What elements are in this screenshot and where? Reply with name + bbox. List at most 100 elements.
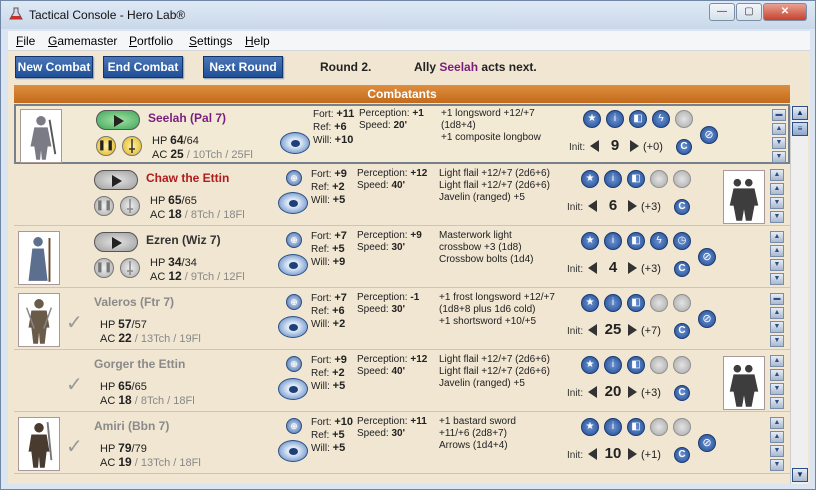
init-increase-arrow[interactable] [628,262,637,274]
remove-combatant-icon[interactable]: ⊘ [698,310,716,328]
move-top-button[interactable]: ▬ [772,109,786,121]
shield-icon[interactable]: ◧ [627,294,645,312]
move-down-button[interactable]: ▼ [772,137,786,149]
view-eye-button[interactable] [278,316,308,338]
move-up-button[interactable]: ▲ [772,123,786,135]
shield-icon[interactable]: ◧ [627,170,645,188]
view-eye-button[interactable] [278,192,308,214]
target-icon[interactable]: ⊕ [286,170,302,186]
target-icon[interactable]: ⊕ [286,232,302,248]
lightning-icon[interactable]: ϟ [650,232,668,250]
init-decrease-arrow[interactable] [588,262,597,274]
shield-icon[interactable]: ◧ [627,418,645,436]
next-round-button[interactable]: Next Round [203,56,283,78]
move-down-button[interactable]: ▼ [770,197,784,209]
maximize-button[interactable]: ▢ [736,3,762,21]
shield-icon[interactable]: ◧ [627,232,645,250]
condition-button[interactable]: C [676,139,692,155]
init-increase-arrow[interactable] [630,140,639,152]
act-play-button[interactable] [94,232,138,252]
move-bottom-button[interactable]: ▼ [770,459,784,471]
init-decrease-arrow[interactable] [590,140,599,152]
combatant-row-gorger[interactable]: ✓ Gorger the Ettin HP 65/65 AC 18 / 8Tch… [14,352,790,412]
combatant-row-seelah[interactable]: Seelah (Pal 7) ❚❚ HP 64/64 AC 25 / 10Tch… [14,104,790,164]
move-top-button[interactable]: ▬ [770,293,784,305]
move-down-button[interactable]: ▼ [770,383,784,395]
condition-button[interactable]: C [674,199,690,215]
remove-combatant-icon[interactable]: ⊘ [698,434,716,452]
move-up-button[interactable]: ▲ [770,245,784,257]
lightning-icon[interactable]: ϟ [652,110,670,128]
view-eye-button[interactable] [280,132,310,154]
info-icon[interactable]: i [604,356,622,374]
act-play-button[interactable] [94,170,138,190]
shield-icon[interactable]: ◧ [627,356,645,374]
menu-gamemaster[interactable]: Gamemaster [48,34,117,48]
menu-help[interactable]: Help [245,34,270,48]
star-icon[interactable]: ★ [581,356,599,374]
init-increase-arrow[interactable] [628,200,637,212]
target-icon[interactable]: ⊕ [286,294,302,310]
combatant-row-chaw[interactable]: Chaw the Ettin ❚❚ HP 65/65 AC 18 / 8Tch … [14,166,790,226]
combatant-row-valeros[interactable]: ✓ Valeros (Ftr 7) HP 57/57 AC 22 / 13Tch… [14,290,790,350]
move-up-button[interactable]: ▲ [770,307,784,319]
init-increase-arrow[interactable] [628,324,637,336]
target-icon[interactable]: ⊕ [286,418,302,434]
condition-button[interactable]: C [674,447,690,463]
ready-action-button[interactable] [120,258,140,278]
info-icon[interactable]: i [604,418,622,436]
info-icon[interactable]: i [606,110,624,128]
ready-action-button[interactable] [122,136,142,156]
clock-icon[interactable]: ◷ [673,232,691,250]
init-increase-arrow[interactable] [628,448,637,460]
move-up-button[interactable]: ▲ [770,369,784,381]
new-combat-button[interactable]: New Combat [15,56,93,78]
info-icon[interactable]: i [604,170,622,188]
act-play-button[interactable] [96,110,140,130]
scroll-up-button[interactable]: ▲ [792,106,808,120]
move-down-button[interactable]: ▼ [770,445,784,457]
info-icon[interactable]: i [604,232,622,250]
menu-file[interactable]: File [16,34,35,48]
menu-portfolio[interactable]: Portfolio [129,34,173,48]
move-up-button[interactable]: ▲ [770,183,784,195]
move-top-button[interactable]: ▲ [770,169,784,181]
remove-combatant-icon[interactable]: ⊘ [700,126,718,144]
view-eye-button[interactable] [278,378,308,400]
move-top-button[interactable]: ▲ [770,355,784,367]
move-bottom-button[interactable]: ▼ [770,397,784,409]
end-combat-button[interactable]: End Combat [103,56,183,78]
move-bottom-button[interactable]: ▼ [770,211,784,223]
close-button[interactable]: ✕ [763,3,807,21]
condition-button[interactable]: C [674,261,690,277]
init-decrease-arrow[interactable] [588,200,597,212]
move-bottom-button[interactable]: ▼ [772,151,786,163]
view-eye-button[interactable] [278,440,308,462]
star-icon[interactable]: ★ [581,294,599,312]
star-icon[interactable]: ★ [581,232,599,250]
delay-pause-button[interactable]: ❚❚ [94,258,114,278]
delay-pause-button[interactable]: ❚❚ [96,136,116,156]
scroll-thumb[interactable]: ≡ [792,122,808,136]
move-bottom-button[interactable]: ▼ [770,335,784,347]
ready-action-button[interactable] [120,196,140,216]
minimize-button[interactable]: — [709,3,735,21]
condition-button[interactable]: C [674,323,690,339]
combatant-row-amiri[interactable]: ✓ Amiri (Bbn 7) HP 79/79 AC 19 / 13Tch /… [14,414,790,474]
star-icon[interactable]: ★ [583,110,601,128]
combatant-row-ezren[interactable]: Ezren (Wiz 7) ❚❚ HP 34/34 AC 12 / 9Tch /… [14,228,790,288]
move-up-button[interactable]: ▲ [770,431,784,443]
star-icon[interactable]: ★ [581,170,599,188]
remove-combatant-icon[interactable]: ⊘ [698,248,716,266]
init-decrease-arrow[interactable] [588,324,597,336]
condition-button[interactable]: C [674,385,690,401]
menu-settings[interactable]: Settings [189,34,232,48]
move-down-button[interactable]: ▼ [770,259,784,271]
init-increase-arrow[interactable] [628,386,637,398]
init-decrease-arrow[interactable] [588,386,597,398]
scroll-down-button[interactable]: ▼ [792,468,808,482]
move-top-button[interactable]: ▲ [770,231,784,243]
vertical-scrollbar[interactable]: ▲ ≡ ▼ [790,106,808,484]
init-decrease-arrow[interactable] [588,448,597,460]
info-icon[interactable]: i [604,294,622,312]
